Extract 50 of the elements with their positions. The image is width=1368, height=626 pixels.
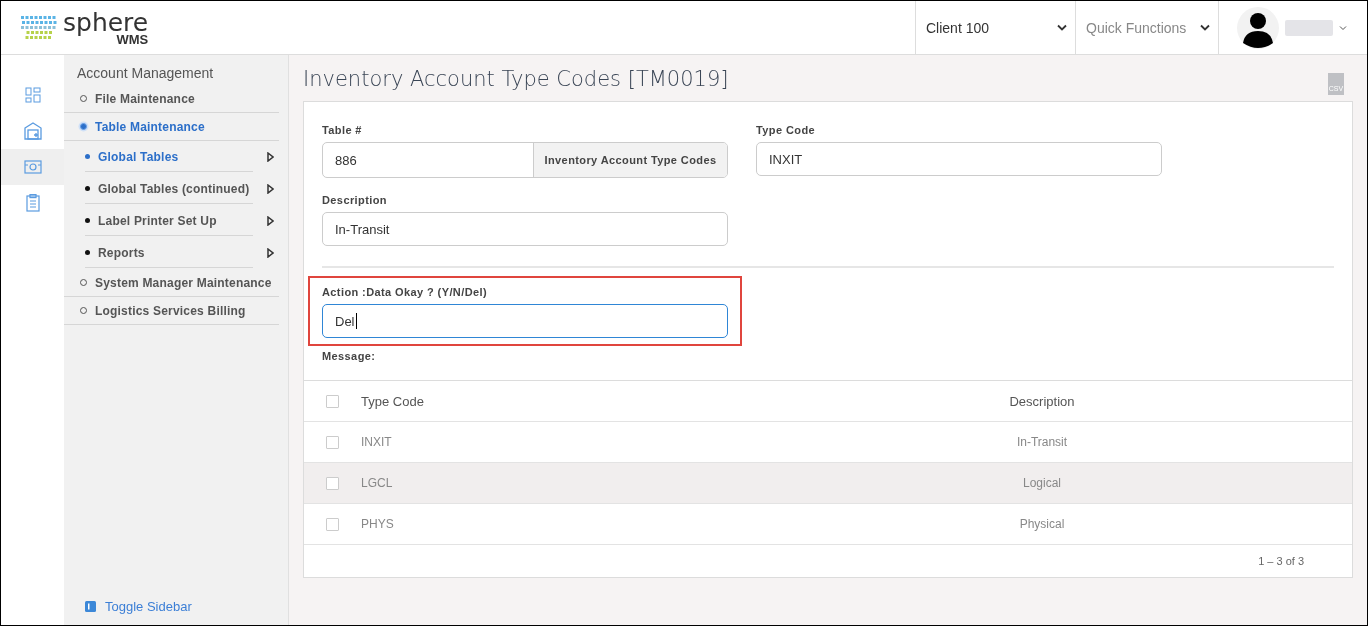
- chevron-down-icon[interactable]: [1200, 24, 1210, 31]
- table-cell-text: In-Transit: [1015, 435, 1069, 449]
- table-number-field[interactable]: 886 Inventory Account Type Codes: [322, 142, 728, 178]
- field-label: Description: [322, 194, 388, 206]
- warehouse-icon: [23, 122, 42, 140]
- action-field[interactable]: Del: [322, 304, 728, 338]
- sidebar-item[interactable]: Table Maintenance: [64, 113, 279, 141]
- sidebar-item[interactable]: Logistics Services Billing: [64, 297, 279, 325]
- toggle-sidebar-link[interactable]: Toggle Sidebar: [64, 598, 288, 615]
- page-title: Inventory Account Type Codes [TM0019]: [303, 67, 729, 91]
- row-checkbox[interactable]: [326, 476, 339, 490]
- table-cell-text: PHYS: [361, 517, 395, 531]
- column-header: Type Code: [361, 393, 425, 409]
- pagination-text: 1 – 3 of 3: [1258, 555, 1304, 567]
- field-label: Action :Data Okay ? (Y/N/Del): [322, 286, 488, 298]
- chevron-down-icon[interactable]: [1057, 24, 1067, 31]
- field-label: Table #: [322, 124, 363, 136]
- table-cell-text: LGCL: [361, 476, 394, 490]
- expand-arrow-icon[interactable]: [267, 248, 274, 258]
- sidebar-subitem[interactable]: Reports: [85, 238, 253, 268]
- dashboard-icon: [24, 87, 41, 103]
- blurred-username: [1285, 19, 1333, 36]
- field-label: Type Code: [756, 124, 816, 136]
- clipboard-list-icon: [25, 194, 40, 212]
- expand-arrow-icon[interactable]: [267, 216, 274, 226]
- sidebar-title: Account Management: [76, 65, 215, 81]
- table-cell-text: INXIT: [361, 435, 393, 449]
- logo-name: sphere: [63, 9, 149, 35]
- expand-arrow-icon[interactable]: [267, 184, 274, 194]
- globe-logo-icon: [19, 13, 59, 42]
- logo-subtitle: WMS: [116, 32, 149, 46]
- row-checkbox[interactable]: [326, 435, 339, 449]
- type-code-field[interactable]: INXIT: [756, 142, 1162, 176]
- sidebar-subitem[interactable]: Label Printer Set Up: [85, 206, 253, 236]
- table-cell-text: Physical: [1018, 517, 1066, 531]
- rail-button[interactable]: [1, 149, 64, 185]
- column-header: Description: [1008, 393, 1076, 409]
- sidebar-item[interactable]: System Manager Maintenance: [64, 269, 279, 297]
- sidebar-subitem[interactable]: Global Tables (continued): [85, 174, 253, 204]
- table-cell-text: Logical: [1022, 476, 1062, 490]
- row-checkbox[interactable]: [326, 517, 339, 531]
- expand-arrow-icon[interactable]: [267, 152, 274, 162]
- table-settings-icon: [23, 159, 42, 175]
- sidebar-subitem[interactable]: Global Tables: [85, 142, 253, 172]
- select-all-checkbox[interactable]: [326, 394, 339, 408]
- description-field[interactable]: In-Transit: [322, 212, 728, 246]
- message-label: Message:: [322, 350, 377, 362]
- avatar-icon[interactable]: [1237, 6, 1279, 49]
- sidebar-toggle-icon[interactable]: [85, 601, 96, 612]
- sidebar-item[interactable]: File Maintenance: [64, 85, 279, 113]
